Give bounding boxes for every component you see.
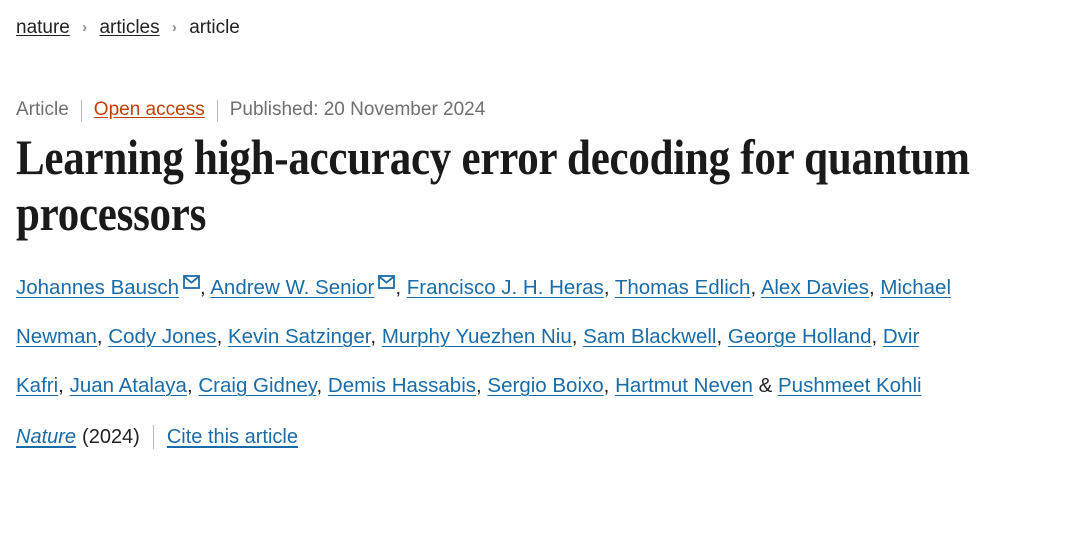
author-separator: , (716, 325, 728, 348)
author-link[interactable]: Francisco J. H. Heras (407, 276, 604, 299)
author-link[interactable]: Kevin Satzinger (228, 325, 370, 348)
author-link[interactable]: Johannes Bausch (16, 276, 179, 299)
author-link[interactable]: Thomas Edlich (615, 276, 751, 299)
breadcrumb-item-nature[interactable]: nature (16, 17, 70, 38)
author-separator: , (370, 325, 382, 348)
author-separator: , (199, 276, 211, 299)
author-separator: , (186, 374, 199, 397)
author-separator: , (603, 276, 615, 299)
author-separator: , (476, 374, 488, 397)
citation-divider (152, 425, 154, 449)
author-list: Johannes Bausch, Andrew W. Senior, Franc… (16, 263, 956, 410)
author-separator: , (216, 325, 228, 348)
author-link[interactable]: Murphy Yuezhen Niu (382, 325, 572, 348)
citation-line: Nature (2024) Cite this article (16, 423, 1064, 451)
breadcrumb-item-articles[interactable]: articles (99, 17, 159, 38)
author-separator: , (395, 276, 407, 299)
article-header-page: nature › articles › article Article Open… (0, 0, 1080, 451)
author-link[interactable]: Sergio Boixo (487, 374, 603, 397)
author-link[interactable]: Alex Davies (761, 276, 869, 299)
chevron-right-icon: › (171, 19, 177, 36)
cite-this-article-link[interactable]: Cite this article (167, 423, 298, 451)
published-date-label: Published: 20 November 2024 (229, 99, 486, 120)
author-separator: , (316, 374, 328, 397)
breadcrumb-item-article: article (189, 17, 240, 38)
author-separator: , (871, 325, 883, 348)
author-link[interactable]: George Holland (728, 325, 872, 348)
meta-divider (80, 100, 82, 122)
open-access-link[interactable]: Open access (94, 97, 205, 123)
publication-year: (2024) (82, 426, 140, 448)
article-type-label: Article (16, 99, 69, 120)
article-meta-line: Article Open access Published: 20 Novemb… (16, 97, 1064, 123)
author-separator: , (750, 276, 761, 299)
author-separator: , (603, 374, 616, 397)
author-link[interactable]: Craig Gidney (198, 374, 316, 397)
breadcrumb: nature › articles › article (16, 0, 1064, 41)
envelope-icon[interactable] (183, 275, 200, 289)
author-link[interactable]: Cody Jones (108, 325, 216, 348)
author-link[interactable]: Pushmeet Kohli (778, 374, 922, 397)
author-separator: , (58, 374, 70, 397)
envelope-icon[interactable] (378, 275, 396, 289)
author-separator: , (96, 325, 109, 348)
author-link[interactable]: Andrew W. Senior (210, 276, 374, 299)
meta-divider (216, 100, 218, 122)
journal-link[interactable]: Nature (16, 423, 76, 451)
author-link[interactable]: Juan Atalaya (70, 374, 187, 397)
author-link[interactable]: Demis Hassabis (328, 374, 476, 397)
author-link[interactable]: Hartmut Neven (615, 374, 753, 397)
page-title: Learning high-accuracy error decoding fo… (16, 129, 970, 241)
chevron-right-icon: › (82, 19, 88, 36)
author-final-separator: & (752, 374, 778, 397)
author-separator: , (868, 276, 881, 299)
author-separator: , (571, 325, 584, 348)
author-link[interactable]: Sam Blackwell (583, 325, 716, 348)
